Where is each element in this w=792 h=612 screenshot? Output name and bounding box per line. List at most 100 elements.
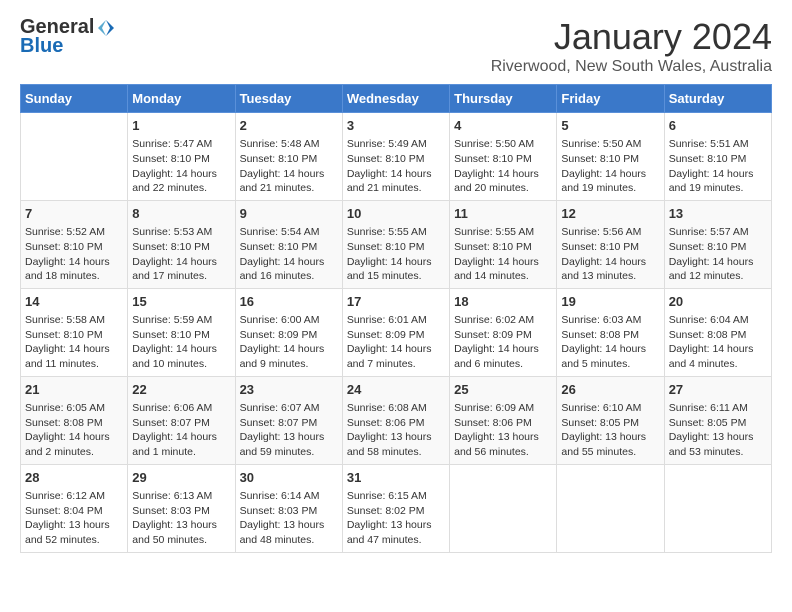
- day-cell: 7 Sunrise: 5:52 AM Sunset: 8:10 PM Daylig…: [21, 200, 128, 288]
- day-cell: 26 Sunrise: 6:10 AM Sunset: 8:05 PM Dayli…: [557, 376, 664, 464]
- day-info: Sunrise: 6:01 AM Sunset: 8:09 PM Dayligh…: [347, 313, 445, 372]
- day-cell: 3 Sunrise: 5:49 AM Sunset: 8:10 PM Daylig…: [342, 113, 449, 201]
- day-cell: 31 Sunrise: 6:15 AM Sunset: 8:02 PM Dayli…: [342, 464, 449, 552]
- day-info: Sunrise: 5:59 AM Sunset: 8:10 PM Dayligh…: [132, 313, 230, 372]
- day-number: 15: [132, 293, 230, 311]
- day-info: Sunrise: 6:06 AM Sunset: 8:07 PM Dayligh…: [132, 401, 230, 460]
- logo-icon: [96, 18, 116, 38]
- day-info: Sunrise: 6:03 AM Sunset: 8:08 PM Dayligh…: [561, 313, 659, 372]
- day-info: Sunrise: 5:52 AM Sunset: 8:10 PM Dayligh…: [25, 225, 123, 284]
- day-cell: 11Sunrise: 5:55 AM Sunset: 8:10 PM Dayli…: [450, 200, 557, 288]
- day-cell: 1Sunrise: 5:47 AM Sunset: 8:10 PM Daylig…: [128, 113, 235, 201]
- day-cell: 8 Sunrise: 5:53 AM Sunset: 8:10 PM Daylig…: [128, 200, 235, 288]
- calendar-table: SundayMondayTuesdayWednesdayThursdayFrid…: [20, 84, 772, 553]
- day-cell: 5 Sunrise: 5:50 AM Sunset: 8:10 PM Daylig…: [557, 113, 664, 201]
- day-info: Sunrise: 6:08 AM Sunset: 8:06 PM Dayligh…: [347, 401, 445, 460]
- day-number: 21: [25, 381, 123, 399]
- day-cell: 16 Sunrise: 6:00 AM Sunset: 8:09 PM Dayli…: [235, 288, 342, 376]
- day-cell: 4Sunrise: 5:50 AM Sunset: 8:10 PM Daylig…: [450, 113, 557, 201]
- day-info: Sunrise: 5:49 AM Sunset: 8:10 PM Dayligh…: [347, 137, 445, 196]
- day-number: 24: [347, 381, 445, 399]
- day-number: 6: [669, 117, 767, 135]
- day-info: Sunrise: 5:50 AM Sunset: 8:10 PM Dayligh…: [561, 137, 659, 196]
- day-info: Sunrise: 6:00 AM Sunset: 8:09 PM Dayligh…: [240, 313, 338, 372]
- day-info: Sunrise: 5:47 AM Sunset: 8:10 PM Dayligh…: [132, 137, 230, 196]
- day-cell: 21 Sunrise: 6:05 AM Sunset: 8:08 PM Dayli…: [21, 376, 128, 464]
- day-cell: 17 Sunrise: 6:01 AM Sunset: 8:09 PM Dayli…: [342, 288, 449, 376]
- col-header-thursday: Thursday: [450, 85, 557, 113]
- col-header-friday: Friday: [557, 85, 664, 113]
- day-cell: 6 Sunrise: 5:51 AM Sunset: 8:10 PM Daylig…: [664, 113, 771, 201]
- day-cell: 30 Sunrise: 6:14 AM Sunset: 8:03 PM Dayli…: [235, 464, 342, 552]
- day-number: 8: [132, 205, 230, 223]
- day-cell: 18Sunrise: 6:02 AM Sunset: 8:09 PM Dayli…: [450, 288, 557, 376]
- day-number: 9: [240, 205, 338, 223]
- day-info: Sunrise: 6:10 AM Sunset: 8:05 PM Dayligh…: [561, 401, 659, 460]
- day-info: Sunrise: 6:05 AM Sunset: 8:08 PM Dayligh…: [25, 401, 123, 460]
- day-cell: 19Sunrise: 6:03 AM Sunset: 8:08 PM Dayli…: [557, 288, 664, 376]
- day-cell: 24 Sunrise: 6:08 AM Sunset: 8:06 PM Dayli…: [342, 376, 449, 464]
- day-number: 7: [25, 205, 123, 223]
- day-info: Sunrise: 6:04 AM Sunset: 8:08 PM Dayligh…: [669, 313, 767, 372]
- col-header-saturday: Saturday: [664, 85, 771, 113]
- day-number: 14: [25, 293, 123, 311]
- day-info: Sunrise: 6:14 AM Sunset: 8:03 PM Dayligh…: [240, 489, 338, 548]
- day-number: 5: [561, 117, 659, 135]
- day-info: Sunrise: 5:58 AM Sunset: 8:10 PM Dayligh…: [25, 313, 123, 372]
- day-info: Sunrise: 5:54 AM Sunset: 8:10 PM Dayligh…: [240, 225, 338, 284]
- day-number: 25: [454, 381, 552, 399]
- logo-blue: Blue: [20, 35, 63, 58]
- day-cell: 13Sunrise: 5:57 AM Sunset: 8:10 PM Dayli…: [664, 200, 771, 288]
- day-number: 17: [347, 293, 445, 311]
- day-number: 31: [347, 469, 445, 487]
- month-title: January 2024: [491, 16, 772, 58]
- day-number: 26: [561, 381, 659, 399]
- header: General Blue January 2024 Riverwood, New…: [20, 16, 772, 76]
- day-cell: 23Sunrise: 6:07 AM Sunset: 8:07 PM Dayli…: [235, 376, 342, 464]
- day-info: Sunrise: 6:07 AM Sunset: 8:07 PM Dayligh…: [240, 401, 338, 460]
- day-info: Sunrise: 6:11 AM Sunset: 8:05 PM Dayligh…: [669, 401, 767, 460]
- day-number: 4: [454, 117, 552, 135]
- day-cell: 2Sunrise: 5:48 AM Sunset: 8:10 PM Daylig…: [235, 113, 342, 201]
- day-cell: 9 Sunrise: 5:54 AM Sunset: 8:10 PM Daylig…: [235, 200, 342, 288]
- day-number: 12: [561, 205, 659, 223]
- day-cell: 28Sunrise: 6:12 AM Sunset: 8:04 PM Dayli…: [21, 464, 128, 552]
- day-info: Sunrise: 5:55 AM Sunset: 8:10 PM Dayligh…: [454, 225, 552, 284]
- day-info: Sunrise: 6:02 AM Sunset: 8:09 PM Dayligh…: [454, 313, 552, 372]
- day-info: Sunrise: 6:12 AM Sunset: 8:04 PM Dayligh…: [25, 489, 123, 548]
- logo: General Blue: [20, 16, 118, 58]
- week-row: 1Sunrise: 5:47 AM Sunset: 8:10 PM Daylig…: [21, 113, 772, 201]
- day-cell: 15 Sunrise: 5:59 AM Sunset: 8:10 PM Dayli…: [128, 288, 235, 376]
- week-row: 21 Sunrise: 6:05 AM Sunset: 8:08 PM Dayli…: [21, 376, 772, 464]
- day-cell: 14 Sunrise: 5:58 AM Sunset: 8:10 PM Dayli…: [21, 288, 128, 376]
- day-info: Sunrise: 5:51 AM Sunset: 8:10 PM Dayligh…: [669, 137, 767, 196]
- location: Riverwood, New South Wales, Australia: [491, 58, 772, 76]
- day-cell: 25 Sunrise: 6:09 AM Sunset: 8:06 PM Dayli…: [450, 376, 557, 464]
- day-cell: [21, 113, 128, 201]
- day-number: 3: [347, 117, 445, 135]
- day-number: 22: [132, 381, 230, 399]
- day-info: Sunrise: 6:09 AM Sunset: 8:06 PM Dayligh…: [454, 401, 552, 460]
- day-cell: 12 Sunrise: 5:56 AM Sunset: 8:10 PM Dayli…: [557, 200, 664, 288]
- day-info: Sunrise: 5:57 AM Sunset: 8:10 PM Dayligh…: [669, 225, 767, 284]
- day-info: Sunrise: 5:56 AM Sunset: 8:10 PM Dayligh…: [561, 225, 659, 284]
- day-number: 30: [240, 469, 338, 487]
- header-row: SundayMondayTuesdayWednesdayThursdayFrid…: [21, 85, 772, 113]
- title-area: January 2024 Riverwood, New South Wales,…: [491, 16, 772, 76]
- day-number: 16: [240, 293, 338, 311]
- day-number: 27: [669, 381, 767, 399]
- day-info: Sunrise: 6:13 AM Sunset: 8:03 PM Dayligh…: [132, 489, 230, 548]
- day-cell: 20Sunrise: 6:04 AM Sunset: 8:08 PM Dayli…: [664, 288, 771, 376]
- day-info: Sunrise: 5:53 AM Sunset: 8:10 PM Dayligh…: [132, 225, 230, 284]
- col-header-wednesday: Wednesday: [342, 85, 449, 113]
- day-cell: [664, 464, 771, 552]
- day-info: Sunrise: 6:15 AM Sunset: 8:02 PM Dayligh…: [347, 489, 445, 548]
- col-header-monday: Monday: [128, 85, 235, 113]
- day-info: Sunrise: 5:48 AM Sunset: 8:10 PM Dayligh…: [240, 137, 338, 196]
- col-header-sunday: Sunday: [21, 85, 128, 113]
- day-info: Sunrise: 5:55 AM Sunset: 8:10 PM Dayligh…: [347, 225, 445, 284]
- week-row: 28Sunrise: 6:12 AM Sunset: 8:04 PM Dayli…: [21, 464, 772, 552]
- day-number: 10: [347, 205, 445, 223]
- day-cell: [450, 464, 557, 552]
- day-cell: 29Sunrise: 6:13 AM Sunset: 8:03 PM Dayli…: [128, 464, 235, 552]
